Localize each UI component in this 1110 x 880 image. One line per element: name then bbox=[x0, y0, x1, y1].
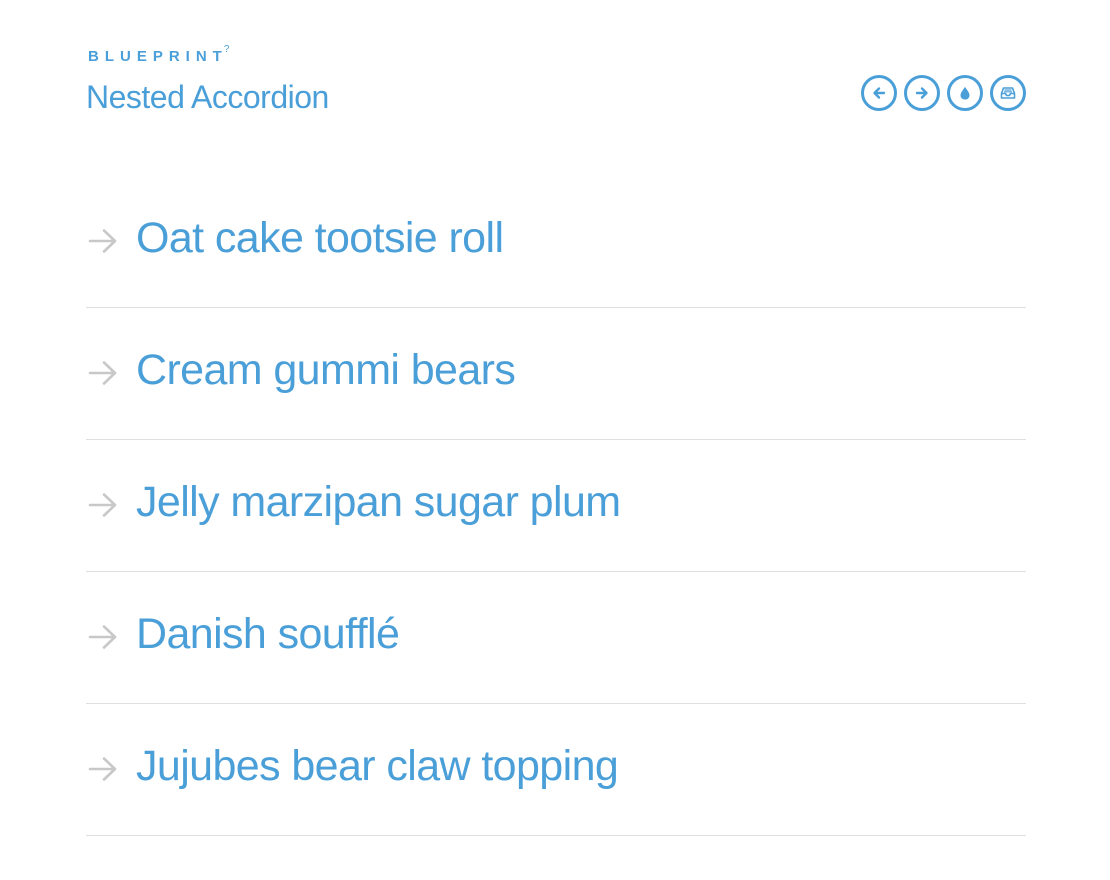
accordion: Oat cake tootsie roll Cream gummi bears … bbox=[86, 176, 1026, 836]
inbox-icon bbox=[1000, 87, 1016, 99]
brand-logo[interactable]: BLUEPRINT? bbox=[88, 44, 230, 65]
arrow-left-icon bbox=[873, 87, 886, 99]
arrow-right-icon bbox=[88, 361, 117, 385]
accordion-item[interactable]: Jujubes bear claw topping bbox=[86, 704, 1026, 836]
accordion-item[interactable]: Oat cake tootsie roll bbox=[86, 176, 1026, 308]
accordion-item[interactable]: Jelly marzipan sugar plum bbox=[86, 440, 1026, 572]
arrow-right-icon bbox=[88, 493, 117, 517]
brand-help-mark: ? bbox=[223, 44, 230, 55]
accordion-item[interactable]: Cream gummi bears bbox=[86, 308, 1026, 440]
toolbar bbox=[861, 75, 1026, 111]
theme-button[interactable] bbox=[947, 75, 983, 111]
page-header: BLUEPRINT? Nested Accordion bbox=[86, 42, 1026, 122]
accordion-item[interactable]: Danish soufflé bbox=[86, 572, 1026, 704]
arrow-right-icon bbox=[88, 229, 117, 253]
accordion-item-label: Danish soufflé bbox=[136, 610, 400, 658]
accordion-item-label: Cream gummi bears bbox=[136, 346, 516, 394]
accordion-item-label: Jelly marzipan sugar plum bbox=[136, 478, 621, 526]
previous-button[interactable] bbox=[861, 75, 897, 111]
droplet-icon bbox=[960, 87, 970, 100]
arrow-right-icon bbox=[88, 757, 117, 781]
accordion-item-label: Jujubes bear claw topping bbox=[136, 742, 619, 790]
archive-button[interactable] bbox=[990, 75, 1026, 111]
arrow-right-icon bbox=[88, 625, 117, 649]
arrow-right-icon bbox=[915, 87, 928, 99]
page-title: Nested Accordion bbox=[86, 79, 329, 115]
next-button[interactable] bbox=[904, 75, 940, 111]
accordion-item-label: Oat cake tootsie roll bbox=[136, 214, 504, 262]
brand-name: BLUEPRINT bbox=[88, 48, 228, 65]
